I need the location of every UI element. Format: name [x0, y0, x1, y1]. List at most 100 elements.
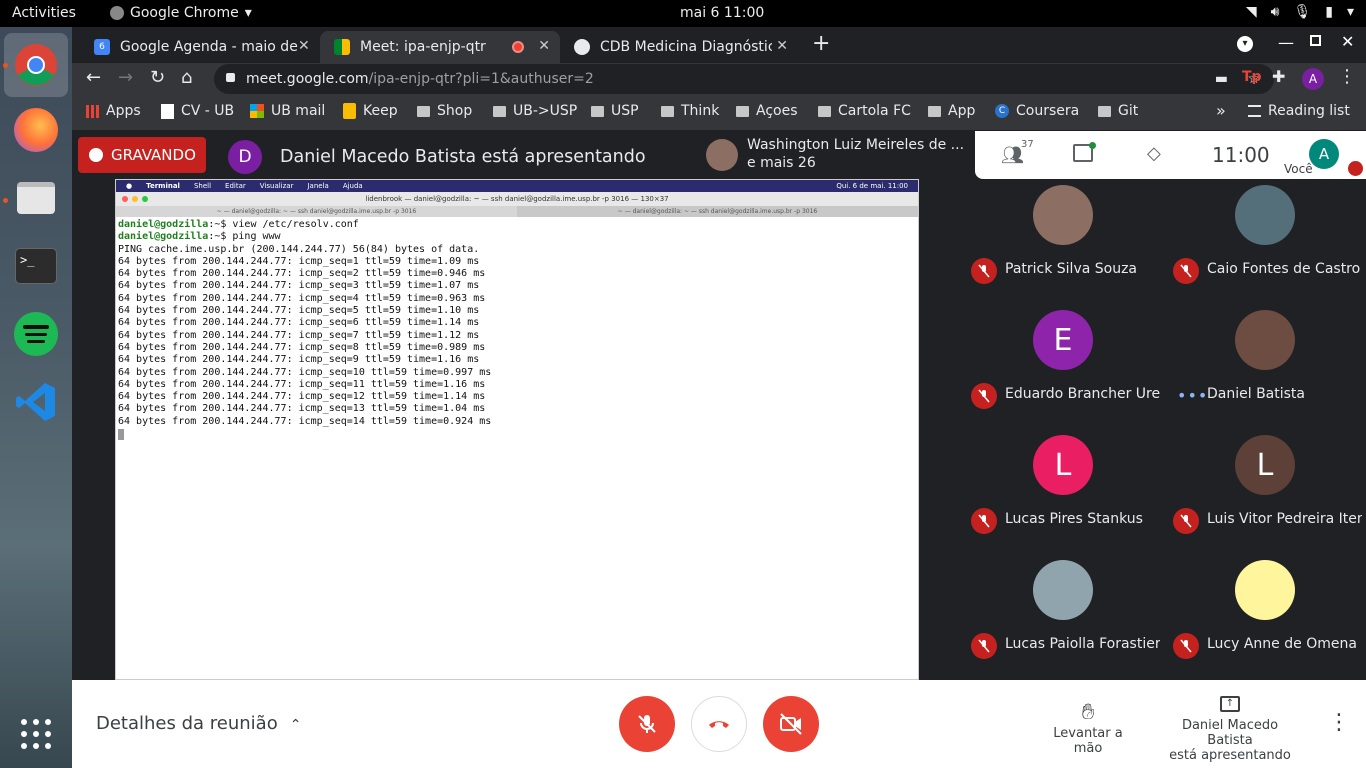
terminal-prompt: daniel@godzilla [118, 231, 209, 243]
app-menu[interactable]: Google Chrome ▾ [110, 5, 252, 21]
bookmark-cv-ub[interactable]: CV - UB [161, 103, 234, 119]
tab-search-icon[interactable]: ▾ [1237, 36, 1253, 52]
bookmark-apps[interactable]: Apps [86, 103, 141, 119]
participant-tile[interactable]: Caio Fontes de Castro [1165, 179, 1365, 299]
apps-grid-icon [86, 104, 99, 118]
participant-tile[interactable]: L Luis Vitor Pedreira Iten... [1165, 429, 1365, 549]
bookmark-label: Cartola FC [838, 103, 911, 119]
home-icon[interactable]: ⌂ [181, 67, 192, 88]
extension-tp-icon[interactable]: Tp [1242, 69, 1262, 85]
terminal-tabs: ~ — daniel@godzilla: ~ — ssh daniel@godz… [116, 206, 918, 217]
presenting-button[interactable]: ↑ Daniel Macedo Batista está apresentand… [1160, 696, 1300, 763]
more-options-icon[interactable]: ⋮ [1328, 710, 1350, 735]
bookmark-label: App [948, 103, 976, 119]
camera-icon[interactable]: ▬ [1215, 64, 1228, 94]
chevron-down-icon: ▾ [1346, 4, 1354, 20]
bottom-controls: Detalhes da reunião ⌃ ✋︎ Levantar a mão ↑… [72, 680, 1366, 768]
other-participants-strip[interactable]: Washington Luiz Meireles de ... e mais 2… [700, 131, 975, 179]
participant-tile[interactable]: Lucy Anne de Omena ... [1165, 554, 1365, 674]
hang-up-icon [709, 721, 729, 728]
system-tray[interactable]: ◥ 🔊︎ 🎙︎ ▮ ▾ [1246, 4, 1354, 20]
address-bar[interactable]: meet.google.com/ipa-enjp-qtr?pli=1&authu… [214, 64, 1274, 94]
camera-toggle-button[interactable] [763, 696, 819, 752]
participant-tile[interactable]: Lucas Paiolla Forastiere [963, 554, 1163, 674]
microphone-toggle-button[interactable] [619, 696, 675, 752]
dock-firefox[interactable] [13, 107, 59, 153]
terminal-line: 64 bytes from 200.144.244.77: icmp_seq=8… [118, 341, 486, 353]
forward-icon[interactable]: → [118, 67, 133, 88]
participant-tile[interactable]: L Lucas Pires Stankus [963, 429, 1163, 549]
maximize-icon[interactable] [1310, 35, 1321, 46]
participant-name: Eduardo Brancher Ure... [1005, 386, 1160, 402]
extensions-puzzle-icon[interactable]: ✚ [1272, 67, 1285, 86]
spotify-icon [14, 312, 58, 356]
presenter-banner: D Daniel Macedo Batista está apresentand… [228, 140, 646, 174]
bookmark-label: CV - UB [181, 103, 235, 119]
bookmark-usp[interactable]: USP [591, 103, 639, 119]
muted-mic-icon [971, 508, 997, 534]
reload-icon[interactable]: ↻ [150, 67, 165, 88]
terminal-icon: >_ [15, 248, 57, 284]
recording-badge: GRAVANDO [78, 137, 206, 173]
tab-close-icon[interactable]: ✕ [298, 38, 310, 54]
bookmark-shop[interactable]: Shop [417, 103, 472, 119]
new-tab-button[interactable]: + [812, 31, 830, 56]
bookmark-acoes[interactable]: Açoes [736, 103, 798, 119]
terminal-line: 64 bytes from 200.144.244.77: icmp_seq=1… [118, 378, 486, 390]
show-applications-button[interactable] [13, 711, 59, 757]
participant-name: Patrick Silva Souza [1005, 261, 1138, 277]
more-bookmarks-icon[interactable]: » [1216, 101, 1226, 120]
bookmark-keep[interactable]: Keep [343, 103, 398, 119]
participant-tile[interactable]: Patrick Silva Souza [963, 179, 1163, 299]
back-icon[interactable]: ← [86, 67, 101, 88]
terminal-line: PING cache.ime.usp.br (200.144.244.77) 5… [118, 243, 480, 255]
activities-button[interactable]: Activities [12, 5, 76, 21]
participant-name: Lucas Paiolla Forastiere [1005, 636, 1160, 652]
dock-chrome[interactable] [4, 33, 68, 97]
muted-mic-icon [1173, 633, 1199, 659]
coursera-icon: C [995, 104, 1009, 118]
dock-spotify[interactable] [13, 311, 59, 357]
participant-avatar [1033, 185, 1093, 245]
menu-kebab-icon[interactable]: ⋮ [1338, 66, 1356, 87]
reading-list-button[interactable]: Reading list [1248, 103, 1350, 119]
tab-cdb[interactable]: CDB Medicina Diagnóstic ✕ [560, 31, 798, 63]
dock-vscode[interactable] [13, 379, 59, 425]
bookmark-ub-usp[interactable]: UB->USP [493, 103, 577, 119]
leave-call-button[interactable] [691, 696, 747, 752]
dock-terminal[interactable]: >_ [13, 243, 59, 289]
participant-tile[interactable]: E Eduardo Brancher Ure... [963, 304, 1163, 424]
terminal-tab: ~ — daniel@godzilla: ~ — ssh daniel@godz… [216, 208, 417, 215]
apps-grid-icon [21, 719, 51, 749]
bookmark-app[interactable]: App [928, 103, 975, 119]
minimize-icon[interactable]: — [1278, 33, 1294, 52]
bookmark-think[interactable]: Think [661, 103, 719, 119]
raise-hand-button[interactable]: ✋︎ Levantar a mão [1038, 700, 1138, 756]
dock-files[interactable] [13, 175, 59, 221]
terminal-window-title: lidenbrook — daniel@godzilla: ~ — ssh da… [365, 195, 669, 203]
meeting-details-button[interactable]: Detalhes da reunião ⌃ [96, 713, 301, 734]
bookmark-cartola[interactable]: Cartola FC [818, 103, 911, 119]
close-tab-icon[interactable]: ✕ [776, 38, 788, 54]
participant-name: Daniel Batista [1207, 386, 1305, 402]
terminal-line: 64 bytes from 200.144.244.77: icmp_seq=3… [118, 280, 480, 292]
tab-meet[interactable]: Meet: ipa-enjp-qtr ✕ [320, 31, 560, 63]
bookmark-coursera[interactable]: C Coursera [995, 103, 1079, 119]
tab-strip: 6 Google Agenda - maio de Meet: ipa-enjp… [72, 27, 1366, 63]
bookmark-label: Shop [437, 103, 473, 119]
activities-icon[interactable]: ◇ [1147, 143, 1161, 164]
url-path: /ipa-enjp-qtr?pli=1&authuser=2 [368, 71, 594, 87]
bookmark-ub-mail[interactable]: UB mail [250, 103, 325, 119]
participant-avatar [1235, 560, 1295, 620]
self-label: Você [1284, 162, 1313, 176]
terminal-line: 64 bytes from 200.144.244.77: icmp_seq=5… [118, 305, 480, 317]
terminal-command: :~$ view /etc/resolv.conf [208, 219, 359, 230]
close-window-icon[interactable]: ✕ [1341, 32, 1354, 51]
tab-google-agenda[interactable]: 6 Google Agenda - maio de [80, 31, 318, 63]
bookmark-git[interactable]: Git [1098, 103, 1138, 119]
clock[interactable]: mai 6 11:00 [680, 5, 764, 21]
profile-avatar[interactable]: A [1302, 68, 1324, 90]
participant-tile[interactable]: ••• Daniel Batista [1165, 304, 1365, 424]
terminal-prompt: daniel@godzilla [118, 219, 209, 230]
close-tab-icon[interactable]: ✕ [538, 38, 550, 54]
